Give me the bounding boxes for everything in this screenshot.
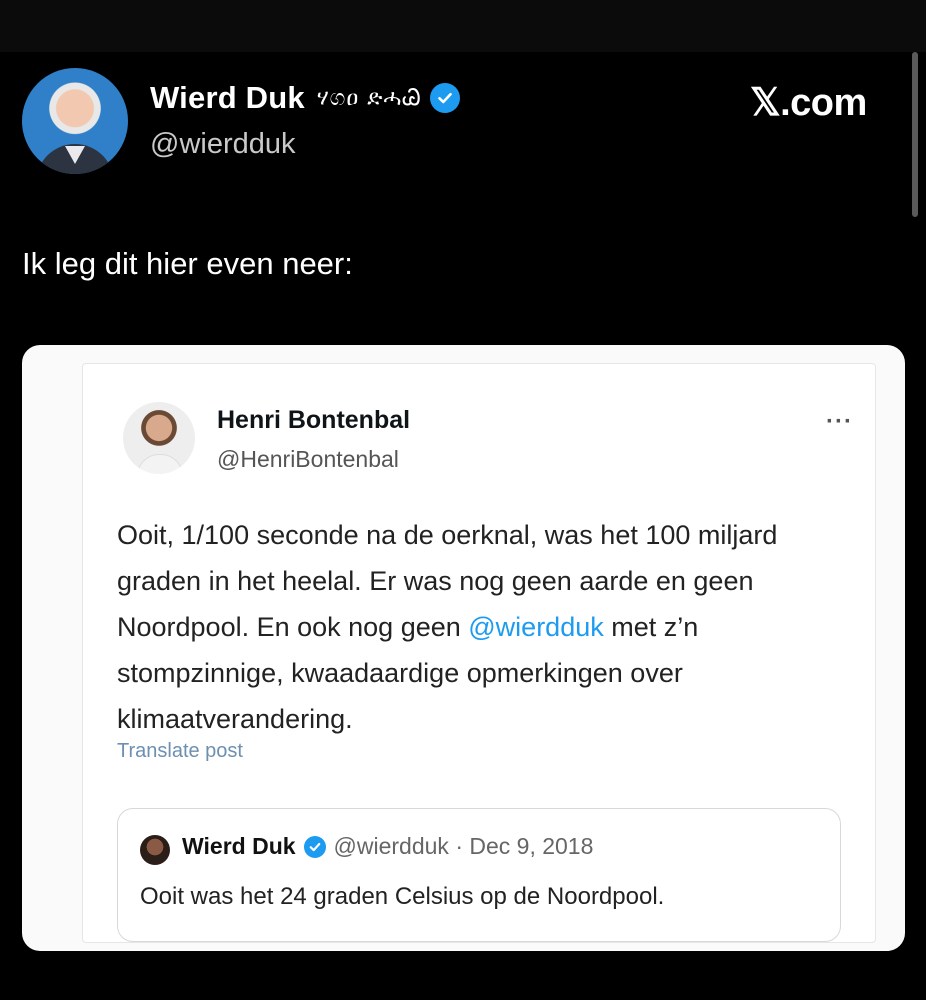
embedded-author-name: Henri Bontenbal [217, 406, 411, 434]
top-strip [0, 0, 926, 52]
post-header: Wierd Duk ሃගዐ ድሓᏊ @wierdduk 𝕏.com [22, 68, 902, 178]
quoted-author-avatar [140, 835, 170, 865]
scrollbar[interactable] [912, 52, 918, 217]
mention-link: @wierdduk [468, 612, 604, 642]
avatar-body [137, 454, 183, 474]
quoted-header: Wierd Duk @wierdduk · Dec 9, 2018 [182, 833, 593, 860]
author-name-row: Wierd Duk ሃගዐ ድሓᏊ [150, 80, 460, 116]
x-logo[interactable]: 𝕏.com [750, 80, 867, 125]
verified-badge-icon [429, 83, 460, 113]
quoted-meta: @wierdduk · Dec 9, 2018 [333, 833, 594, 859]
quoted-text: Ooit was het 24 graden Celsius op de Noo… [140, 883, 665, 910]
author-handle[interactable]: @wierdduk [150, 128, 296, 161]
embedded-image-card[interactable]: Henri Bontenbal @HenriBontenbal ··· Ooit… [22, 345, 905, 951]
quoted-post: Wierd Duk @wierdduk · Dec 9, 2018 Ooit w… [117, 808, 841, 942]
translate-post-link: Translate post [117, 740, 243, 762]
embedded-author-avatar [123, 402, 195, 474]
author-name[interactable]: Wierd Duk [150, 80, 305, 116]
embedded-post-text: Ooit, 1/100 seconde na de oerknal, was h… [117, 512, 857, 742]
author-avatar[interactable] [22, 68, 128, 174]
embedded-post: Henri Bontenbal @HenriBontenbal ··· Ooit… [82, 363, 876, 943]
more-options-icon: ··· [826, 408, 853, 435]
embedded-author-handle: @HenriBontenbal [217, 446, 399, 472]
quoted-author-name: Wierd Duk [182, 833, 296, 859]
verified-badge-icon [303, 835, 326, 858]
post-text: Ik leg dit hier even neer: [22, 246, 353, 281]
author-name-script: ሃගዐ ድሓᏊ [316, 85, 422, 111]
